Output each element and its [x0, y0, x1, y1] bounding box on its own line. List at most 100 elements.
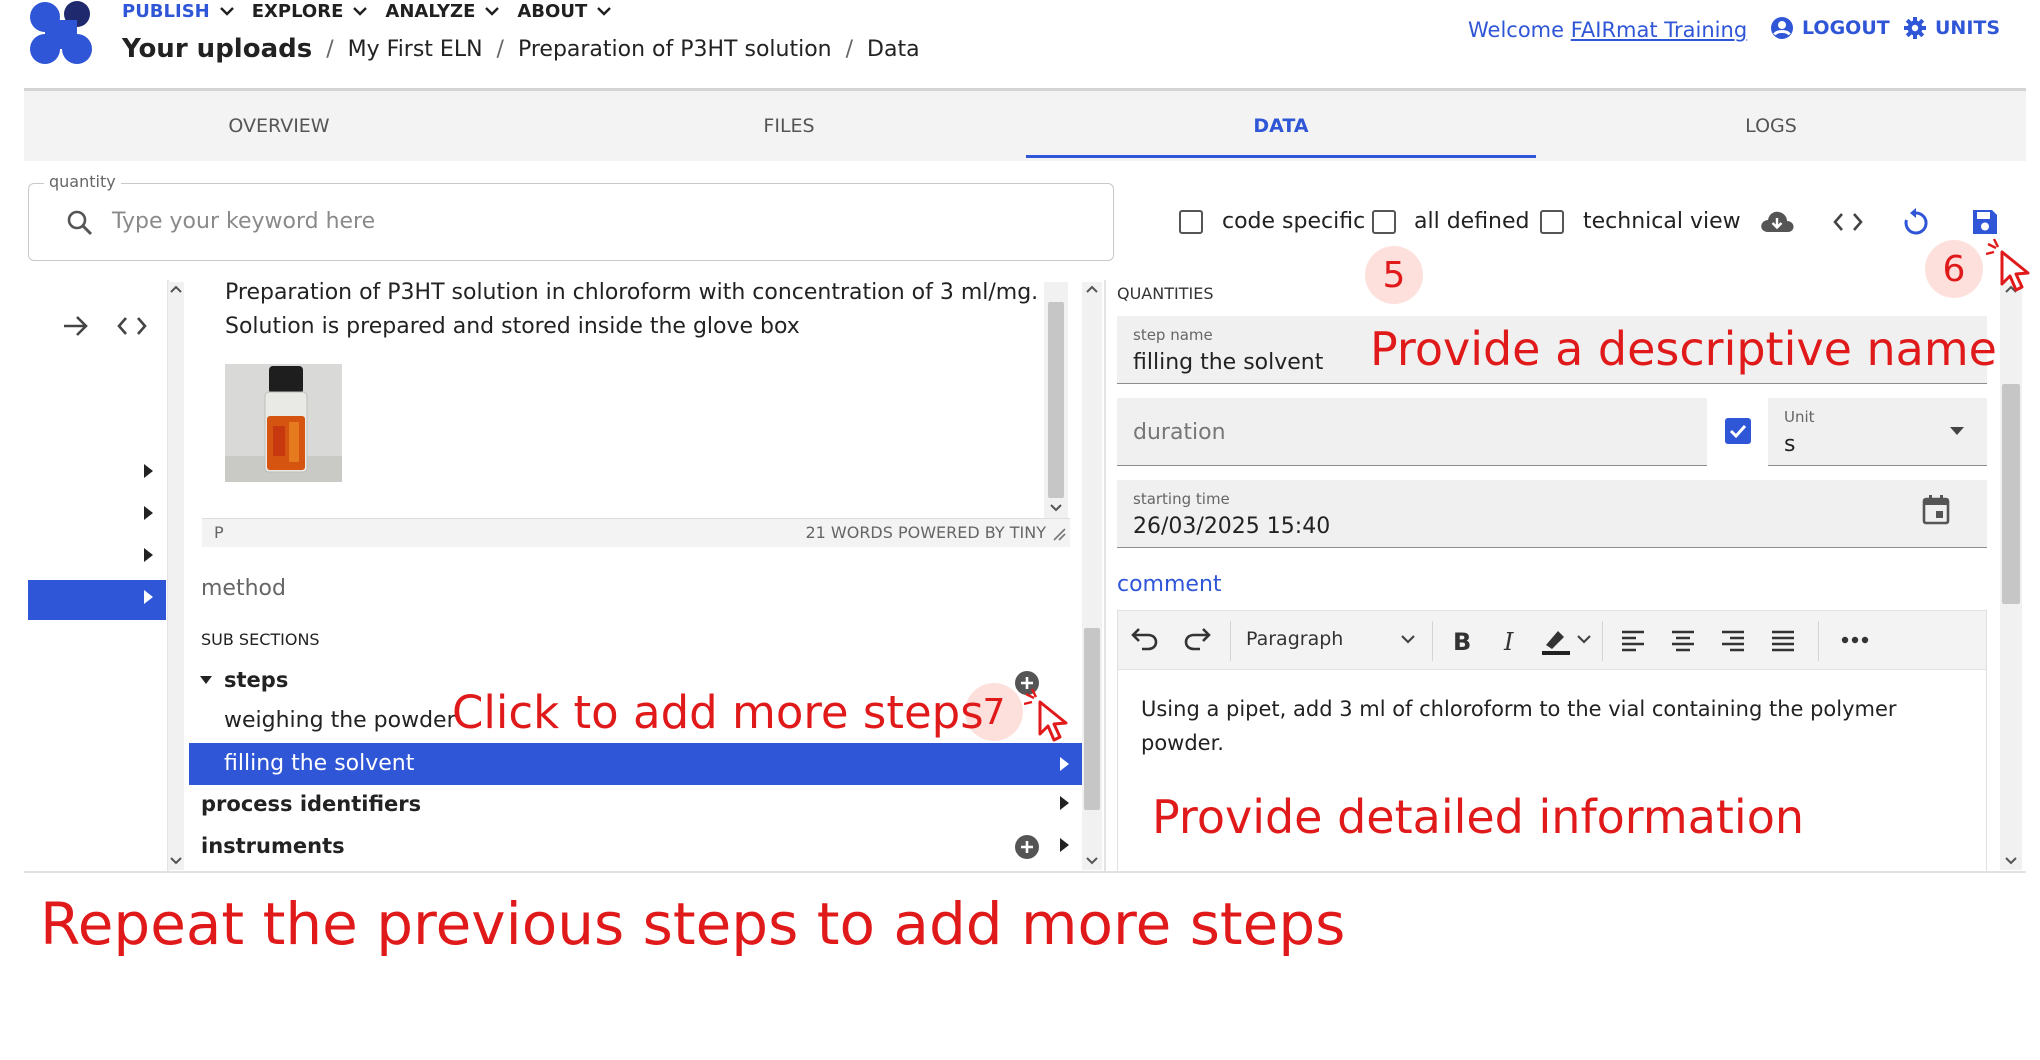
- chevron-down-icon: [485, 7, 500, 16]
- technical-view-label: technical view: [1583, 209, 1741, 234]
- chevron-down-icon: [597, 7, 612, 16]
- breadcrumb-separator: /: [326, 36, 334, 62]
- starting-time-value: 26/03/2025 15:40: [1133, 514, 1331, 539]
- scroll-up-icon[interactable]: [1085, 284, 1099, 294]
- top-nav: PUBLISH EXPLORE ANALYZE ABOUT: [122, 0, 612, 22]
- steps-section-label[interactable]: steps: [224, 668, 288, 692]
- units-button[interactable]: UNITS: [1903, 16, 2000, 40]
- search-icon: [67, 210, 93, 236]
- duration-checkbox[interactable]: [1725, 418, 1751, 444]
- scroll-down-icon[interactable]: [1085, 856, 1099, 866]
- align-left-icon[interactable]: [1620, 629, 1646, 653]
- step-name-value: filling the solvent: [1133, 350, 1324, 375]
- nav-about[interactable]: ABOUT: [517, 1, 612, 22]
- breadcrumb-data: Data: [867, 36, 920, 62]
- italic-icon[interactable]: I: [1500, 627, 1520, 655]
- instruments-section[interactable]: instruments: [201, 834, 345, 858]
- active-tab-indicator: [1026, 155, 1536, 158]
- nomad-logo[interactable]: [28, 0, 98, 66]
- step-item-weighing[interactable]: weighing the powder: [224, 708, 456, 733]
- tab-files[interactable]: FILES: [534, 91, 1044, 161]
- quantities-heading: QUANTITIES: [1117, 284, 1214, 303]
- chevron-down-icon: [353, 7, 368, 16]
- save-icon[interactable]: [1970, 207, 2000, 237]
- expand-arrow-icon[interactable]: [144, 590, 153, 604]
- starting-time-field[interactable]: starting time 26/03/2025 15:40: [1117, 480, 1987, 548]
- subsections-heading: SUB SECTIONS: [201, 630, 320, 649]
- annotation-descriptive-name: Provide a descriptive name: [1370, 322, 1997, 376]
- comment-text[interactable]: Using a pipet, add 3 ml of chloroform to…: [1141, 692, 1961, 760]
- all-defined-checkbox[interactable]: [1372, 210, 1396, 234]
- expand-arrow-icon[interactable]: [144, 464, 153, 478]
- user-name-link[interactable]: FAIRmat Training: [1571, 18, 1747, 42]
- scroll-down-icon[interactable]: [1049, 503, 1063, 513]
- chevron-down-icon[interactable]: [1576, 633, 1592, 645]
- collapse-arrow-icon[interactable]: [199, 675, 213, 685]
- editor-scrollbar-thumb[interactable]: [1048, 302, 1064, 498]
- scroll-down-icon[interactable]: [2004, 856, 2018, 866]
- download-cloud-icon[interactable]: [1759, 208, 1795, 236]
- code-specific-checkbox[interactable]: [1179, 210, 1203, 234]
- highlight-icon[interactable]: [1540, 625, 1572, 657]
- annotation-repeat-steps: Repeat the previous steps to add more st…: [40, 890, 1346, 958]
- scroll-down-icon[interactable]: [169, 856, 183, 866]
- toolbar-separator: [1432, 621, 1433, 661]
- arrow-right-icon[interactable]: [62, 313, 90, 339]
- breadcrumb-eln[interactable]: My First ELN: [348, 37, 483, 62]
- expand-arrow-icon[interactable]: [1060, 796, 1069, 810]
- description-editor-text[interactable]: Preparation of P3HT solution in chlorofo…: [225, 276, 1065, 344]
- undo-icon[interactable]: [1130, 625, 1160, 653]
- svg-text:I: I: [1503, 628, 1514, 655]
- expand-arrow-icon[interactable]: [144, 506, 153, 520]
- duration-field[interactable]: duration: [1117, 398, 1707, 466]
- expand-arrow-icon[interactable]: [1060, 757, 1069, 771]
- paragraph-select[interactable]: Paragraph: [1246, 628, 1343, 650]
- cursor-click-icon: [1986, 238, 2030, 292]
- tab-overview[interactable]: OVERVIEW: [24, 91, 534, 161]
- step-badge-6: 6: [1925, 240, 1983, 298]
- tab-data[interactable]: DATA: [1026, 91, 1536, 161]
- code-icon[interactable]: [1833, 210, 1863, 234]
- tab-logs[interactable]: LOGS: [1516, 91, 2026, 161]
- resize-handle-icon[interactable]: [1052, 527, 1066, 541]
- gear-icon: [1904, 17, 1926, 39]
- add-instrument-icon[interactable]: [1014, 834, 1040, 860]
- nav-analyze[interactable]: ANALYZE: [385, 1, 500, 22]
- editor-word-count: 21 WORDS POWERED BY TINY: [805, 523, 1046, 542]
- step-badge-5: 5: [1365, 246, 1423, 304]
- more-icon[interactable]: [1840, 635, 1870, 645]
- account-icon: [1771, 17, 1793, 39]
- align-justify-icon[interactable]: [1770, 629, 1796, 653]
- breadcrumb-uploads[interactable]: Your uploads: [122, 34, 312, 64]
- starting-time-label: starting time: [1133, 490, 1230, 508]
- panes-bottom-border: [24, 871, 2026, 873]
- step-item-filling: filling the solvent: [224, 751, 415, 776]
- align-right-icon[interactable]: [1720, 629, 1746, 653]
- breadcrumb-entry[interactable]: Preparation of P3HT solution: [518, 37, 832, 62]
- redo-icon[interactable]: [1182, 625, 1212, 653]
- calendar-icon[interactable]: [1921, 494, 1951, 526]
- expand-arrow-icon[interactable]: [144, 548, 153, 562]
- search-legend: quantity: [44, 172, 121, 191]
- unit-select[interactable]: Unit s: [1768, 398, 1987, 466]
- cursor-click-icon: [1024, 688, 1068, 742]
- align-center-icon[interactable]: [1670, 629, 1696, 653]
- technical-view-checkbox[interactable]: [1540, 210, 1564, 234]
- expand-arrow-icon[interactable]: [1060, 838, 1069, 852]
- chevron-down-icon[interactable]: [1400, 633, 1416, 645]
- nav-explore[interactable]: EXPLORE: [252, 1, 368, 22]
- right-scrollbar-thumb[interactable]: [2002, 384, 2020, 604]
- scroll-up-icon[interactable]: [169, 284, 183, 294]
- toolbar-separator: [1230, 621, 1231, 661]
- nav-publish[interactable]: PUBLISH: [122, 1, 234, 22]
- bold-icon[interactable]: B: [1450, 627, 1474, 655]
- dropdown-arrow-icon: [1950, 427, 1964, 435]
- middle-scrollbar-thumb[interactable]: [1084, 628, 1100, 810]
- process-identifiers-section[interactable]: process identifiers: [201, 792, 421, 816]
- left-scrollbar[interactable]: [168, 282, 184, 870]
- code-icon[interactable]: [117, 314, 147, 338]
- reload-icon[interactable]: [1902, 207, 1930, 237]
- check-icon: [1729, 424, 1747, 439]
- editor-status-bar: P 21 WORDS POWERED BY TINY: [202, 518, 1070, 547]
- logout-button[interactable]: LOGOUT: [1770, 16, 1890, 40]
